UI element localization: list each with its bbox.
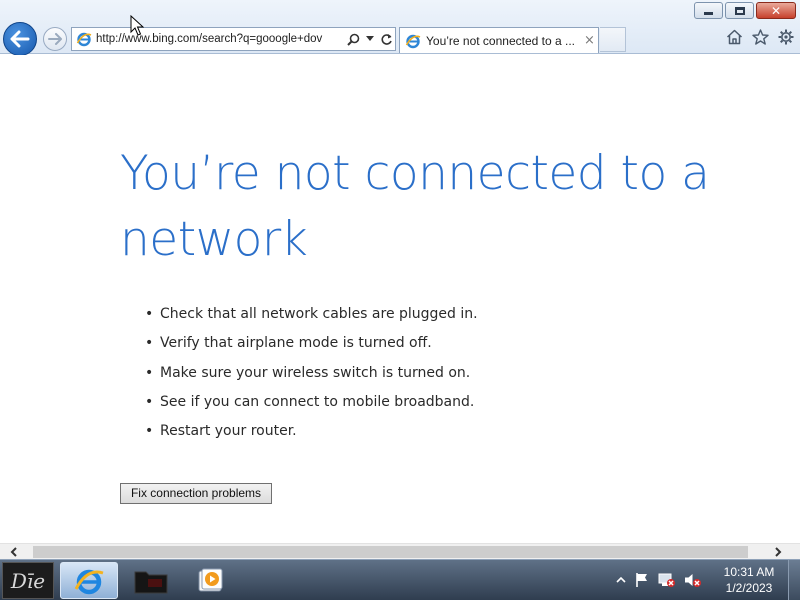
flag-icon[interactable] (634, 572, 650, 588)
address-bar[interactable]: http://www.bing.com/search?q=gooogle+dov (71, 27, 396, 51)
scroll-right-button[interactable] (770, 544, 786, 560)
refresh-icon[interactable] (380, 33, 393, 46)
home-icon[interactable] (726, 29, 743, 45)
taskbar-item-media-player[interactable] (182, 562, 240, 599)
tip-text: See if you can connect to mobile broadba… (160, 393, 475, 410)
back-button[interactable] (3, 22, 37, 56)
search-icon[interactable] (347, 33, 360, 46)
bullet: • (145, 335, 154, 352)
minimize-button[interactable] (694, 2, 723, 19)
forward-arrow-icon (48, 33, 62, 45)
mouse-cursor-icon (130, 15, 144, 36)
bullet: • (145, 423, 154, 440)
taskbar-item-folder[interactable] (122, 562, 180, 599)
restore-icon (734, 6, 745, 15)
close-window-button[interactable]: ✕ (756, 2, 796, 19)
scroll-left-button[interactable] (6, 544, 22, 560)
list-item: • See if you can connect to mobile broad… (145, 388, 478, 417)
tip-text: Verify that airplane mode is turned off. (160, 335, 432, 352)
clock[interactable]: 10:31 AM 1/2/2023 (718, 564, 780, 596)
show-desktop-button[interactable] (788, 560, 800, 600)
tip-text: Restart your router. (160, 423, 297, 440)
system-tray (616, 560, 702, 600)
forward-button[interactable] (43, 27, 67, 51)
troubleshooting-list: • Check that all network cables are plug… (145, 300, 478, 446)
start-button[interactable]: Dīe (2, 562, 54, 599)
ie-icon (76, 32, 92, 47)
back-arrow-icon (10, 30, 30, 48)
scrollbar-thumb[interactable] (33, 546, 748, 558)
tray-up-icon[interactable] (616, 576, 626, 584)
settings-gear-icon[interactable] (778, 29, 794, 45)
volume-muted-icon[interactable] (684, 572, 702, 588)
horizontal-scrollbar[interactable] (0, 543, 800, 559)
new-tab-button[interactable] (600, 27, 626, 52)
media-player-icon (198, 568, 223, 591)
bullet: • (145, 306, 154, 322)
window-controls: ✕ (694, 2, 796, 19)
list-item: • Make sure your wireless switch is turn… (145, 359, 478, 388)
dropdown-icon[interactable] (366, 36, 374, 42)
list-item: • Verify that airplane mode is turned of… (145, 329, 478, 358)
bullet: • (145, 393, 154, 410)
list-item: • Check that all network cables are plug… (145, 300, 478, 329)
clock-time: 10:31 AM (723, 565, 775, 579)
page-content: You’re not connected to a network • Chec… (0, 55, 800, 543)
list-item: • Restart your router. (145, 417, 478, 446)
folder-icon (134, 571, 168, 593)
restore-button[interactable] (725, 2, 754, 19)
tab-title: You’re not connected to a ... (426, 33, 575, 48)
network-icon[interactable] (658, 572, 676, 588)
ie-icon (405, 34, 421, 48)
clock-date: 1/2/2023 (725, 581, 773, 595)
browser-toolbar: ✕ http://www.bing.com/search?q=gooogle+d… (0, 0, 800, 56)
minimize-icon (704, 12, 713, 15)
taskbar: Dīe 10:31 AM 1/2/2023 (0, 559, 800, 600)
close-icon: ✕ (770, 3, 782, 18)
page-title: You’re not connected to a network (120, 146, 710, 267)
bullet: • (145, 364, 154, 381)
tip-text: Make sure your wireless switch is turned… (160, 364, 471, 381)
tip-text: Check that all network cables are plugge… (160, 306, 478, 322)
taskbar-item-internet-explorer[interactable] (60, 562, 118, 599)
tab-close-icon[interactable]: × (584, 33, 595, 48)
scroll-right-icon (775, 547, 782, 557)
scroll-left-icon (10, 547, 17, 557)
favorites-star-icon[interactable] (752, 29, 769, 45)
browser-command-icons (726, 29, 794, 45)
ie-icon (74, 569, 104, 594)
tab-active[interactable]: You’re not connected to a ... × (399, 27, 599, 53)
fix-connection-button[interactable]: Fix connection problems (120, 483, 272, 504)
